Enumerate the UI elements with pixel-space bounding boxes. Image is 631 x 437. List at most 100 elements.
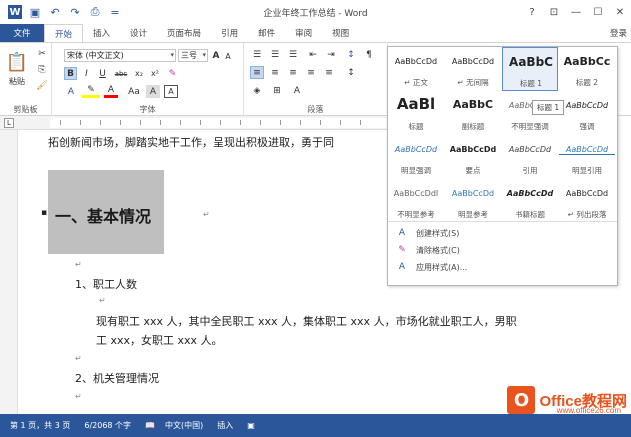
- font-color-button[interactable]: A: [104, 85, 118, 98]
- doc-line-1: 拓创新闻市场，脚踏实地干工作，呈现出积极进取，勇于同: [48, 136, 334, 149]
- numbering-icon[interactable]: ☰: [268, 48, 282, 61]
- style-preview: AaBbCcDd: [451, 57, 495, 66]
- style-intense-emphasis[interactable]: AaBbCcDd 明显强调: [388, 135, 444, 179]
- style-heading-1[interactable]: AaBbC 标题 1: [502, 47, 558, 91]
- clear-format-command[interactable]: ✎ 清除格式(C): [396, 242, 460, 258]
- show-marks-icon[interactable]: ¶: [362, 48, 376, 61]
- clear-formatting-icon[interactable]: ✎: [166, 67, 179, 80]
- tab-review[interactable]: 审阅: [285, 24, 322, 42]
- sort-icon[interactable]: ↕: [344, 48, 358, 61]
- tab-insert[interactable]: 插入: [83, 24, 120, 42]
- format-painter-icon[interactable]: 🖌: [36, 80, 48, 92]
- paste-button[interactable]: 粘贴: [2, 76, 32, 86]
- ruler-tick: [140, 120, 141, 125]
- style-book-title[interactable]: AaBbCcDd 书籍标题: [502, 179, 558, 223]
- signin-link[interactable]: 登录: [610, 27, 627, 39]
- style-list-paragraph[interactable]: AaBbCcDd ↵ 列出段落: [559, 179, 615, 223]
- style-normal[interactable]: AaBbCcDd ↵ 正文: [388, 47, 444, 91]
- tab-selector[interactable]: L: [4, 118, 14, 128]
- text-effects-button[interactable]: A: [64, 85, 78, 98]
- gallery-divider: [388, 221, 617, 222]
- style-quote[interactable]: AaBbCcDd 引用: [502, 135, 558, 179]
- language-indicator[interactable]: 中文(中国): [165, 420, 203, 431]
- vertical-ruler[interactable]: [0, 130, 18, 414]
- style-preview: AaBbCc: [563, 55, 611, 68]
- decrease-indent-icon[interactable]: ⇤: [306, 48, 320, 61]
- word-count[interactable]: 6/2068 个字: [84, 420, 131, 431]
- style-subtitle[interactable]: AaBbC 副标题: [445, 91, 501, 135]
- tab-layout[interactable]: 页面布局: [157, 24, 211, 42]
- heading-text[interactable]: 一、基本情况: [55, 203, 151, 227]
- horizontal-ruler[interactable]: L: [0, 116, 388, 130]
- tab-mailings[interactable]: 邮件: [248, 24, 285, 42]
- bold-button[interactable]: B: [64, 67, 77, 80]
- chevron-down-icon: ▾: [170, 51, 174, 59]
- align-right-icon[interactable]: ≡: [286, 66, 300, 79]
- styles-gallery-dropdown: AaBbCcDd ↵ 正文 AaBbCcDd ↵ 无间隔 AaBbC 标题 1 …: [387, 46, 618, 286]
- style-title[interactable]: AaBl 标题: [388, 91, 444, 135]
- bullets-icon[interactable]: ☰: [250, 48, 264, 61]
- body-paragraph-line-2: 工 xxx，女职工 xxx 人。: [96, 334, 223, 347]
- highlight-icon[interactable]: ✎: [82, 85, 100, 98]
- multilevel-list-icon[interactable]: ☰: [286, 48, 300, 61]
- font-size-combo[interactable]: 三号 ▾: [178, 49, 208, 62]
- align-left-icon[interactable]: ≡: [250, 66, 264, 79]
- align-center-icon[interactable]: ≡: [268, 66, 282, 79]
- style-preview: AaBbCcDd: [559, 145, 615, 155]
- font-name-value: 宋体 (中文正文): [67, 51, 124, 60]
- style-tooltip: 标题 1: [532, 100, 565, 115]
- borders-icon[interactable]: ⊞: [270, 84, 284, 97]
- superscript-button[interactable]: x²: [148, 67, 162, 80]
- font-name-combo[interactable]: 宋体 (中文正文) ▾: [64, 49, 176, 62]
- macro-icon[interactable]: ▣: [247, 421, 255, 430]
- style-emphasis[interactable]: AaBbCcDd 强调: [559, 91, 615, 135]
- justify-icon[interactable]: ≡: [304, 66, 318, 79]
- distributed-icon[interactable]: ≡: [322, 66, 336, 79]
- subscript-button[interactable]: x₂: [132, 67, 146, 80]
- copy-icon[interactable]: ⎘: [36, 64, 48, 76]
- shrink-font-icon[interactable]: A: [222, 50, 234, 62]
- strikethrough-button[interactable]: abc: [112, 67, 130, 80]
- italic-button[interactable]: I: [80, 67, 93, 80]
- asian-layout-icon[interactable]: A: [290, 84, 304, 97]
- style-name: 标题: [408, 122, 424, 131]
- paste-icon[interactable]: 📋: [6, 49, 28, 75]
- style-name: 强调: [579, 122, 595, 131]
- tab-design[interactable]: 设计: [120, 24, 157, 42]
- underline-button[interactable]: U: [96, 67, 109, 80]
- change-case-button[interactable]: Aa: [126, 85, 142, 98]
- tab-references[interactable]: 引用: [211, 24, 248, 42]
- style-preview: AaBbCcDd: [394, 57, 438, 66]
- paragraph-label: 段落: [307, 105, 324, 114]
- command-label: 清除格式(C): [416, 245, 460, 255]
- char-shading-button[interactable]: A: [146, 85, 160, 98]
- style-intense-quote[interactable]: AaBbCcDd 明显引用: [559, 135, 615, 179]
- ruler-tick: [260, 120, 261, 125]
- ribbon-display-button[interactable]: ⊡: [543, 0, 565, 24]
- style-intense-reference[interactable]: AaBbCcDd 明显参考: [445, 179, 501, 223]
- insert-mode[interactable]: 插入: [217, 420, 233, 431]
- style-heading-2[interactable]: AaBbCc 标题 2: [559, 47, 615, 91]
- maximize-button[interactable]: ☐: [587, 0, 609, 24]
- ruler-tick: [60, 120, 61, 125]
- grow-font-icon[interactable]: A: [210, 49, 222, 62]
- tab-view[interactable]: 视图: [322, 24, 359, 42]
- minimize-button[interactable]: —: [565, 0, 587, 24]
- increase-indent-icon[interactable]: ⇥: [324, 48, 338, 61]
- style-subtle-reference[interactable]: AaBbCcDdI 不明显参考: [388, 179, 444, 223]
- tab-file[interactable]: 文件: [0, 24, 44, 42]
- tab-home[interactable]: 开始: [44, 24, 84, 42]
- char-border-button[interactable]: A: [164, 85, 178, 98]
- cut-icon[interactable]: ✂: [36, 48, 48, 60]
- proofing-icon[interactable]: 📖: [145, 421, 155, 430]
- apply-styles-command[interactable]: A 应用样式(A)...: [396, 259, 467, 275]
- style-strong[interactable]: AaBbCcDd 要点: [445, 135, 501, 179]
- line-spacing-icon[interactable]: ↕: [344, 66, 358, 79]
- help-button[interactable]: ?: [521, 0, 543, 24]
- close-button[interactable]: ✕: [609, 0, 631, 24]
- shading-icon[interactable]: ◈: [250, 84, 264, 97]
- create-style-command[interactable]: A 创建样式(S): [396, 225, 459, 241]
- page-count[interactable]: 第 1 页，共 3 页: [10, 420, 70, 431]
- bullet-marker: ▪: [41, 208, 48, 218]
- style-no-spacing[interactable]: AaBbCcDd ↵ 无间隔: [445, 47, 501, 91]
